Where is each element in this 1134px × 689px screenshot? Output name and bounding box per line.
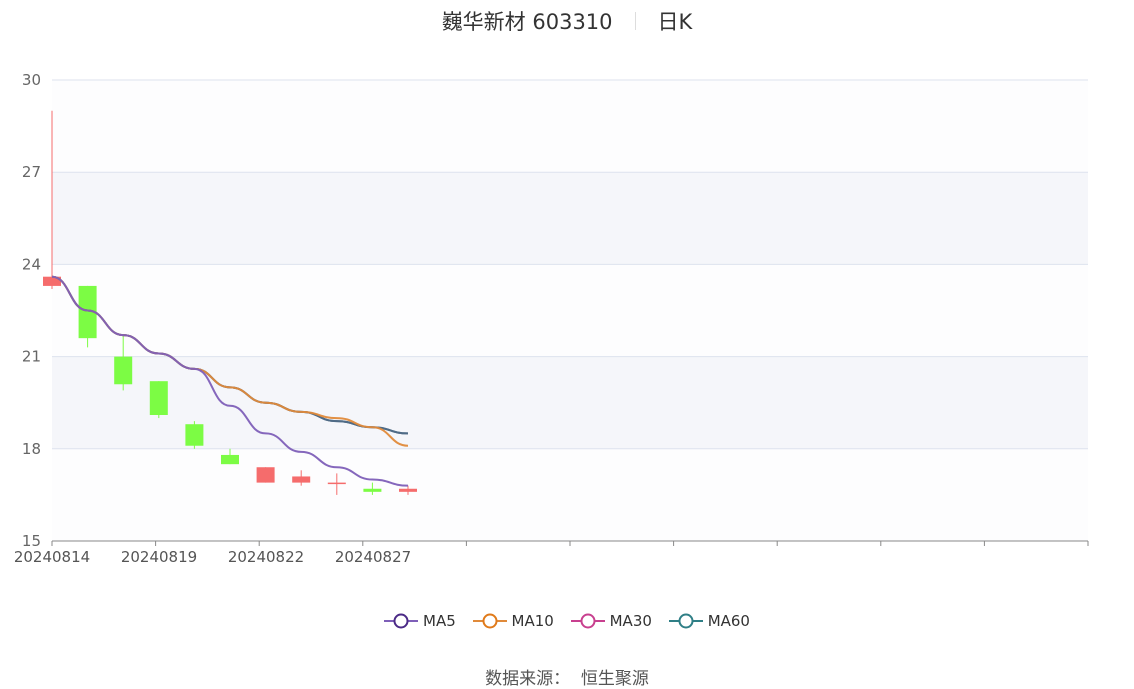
legend-marker-ma10 xyxy=(472,613,507,629)
y-tick-label: 30 xyxy=(22,71,41,89)
y-tick-label: 18 xyxy=(22,440,41,458)
candle-body xyxy=(363,488,382,492)
legend-item-ma30[interactable]: MA30 xyxy=(570,612,652,630)
grid-band xyxy=(52,264,1088,357)
x-tick-label: 20240827 xyxy=(335,548,411,566)
legend: MA5 MA10 MA30 MA60 xyxy=(0,612,1134,633)
candle-body xyxy=(114,356,133,385)
x-tick-label: 20240822 xyxy=(228,548,304,566)
y-tick-label: 27 xyxy=(22,163,41,181)
legend-label-ma60: MA60 xyxy=(707,612,750,630)
data-source: 数据来源： 恒生聚源 xyxy=(0,664,1134,689)
candle-body xyxy=(399,488,417,492)
legend-label-ma30: MA30 xyxy=(609,612,652,630)
candle-body xyxy=(292,476,311,483)
candle-body xyxy=(221,454,239,465)
legend-item-ma60[interactable]: MA60 xyxy=(668,612,750,630)
legend-item-ma5[interactable]: MA5 xyxy=(384,612,456,630)
source-value: 恒生聚源 xyxy=(580,669,649,689)
kline-chart: 15182124273020240814 20240819 20240822 2024… xyxy=(14,71,1089,566)
y-tick-label: 21 xyxy=(22,348,41,366)
grid-band xyxy=(52,448,1088,541)
grid-band xyxy=(52,80,1088,173)
legend-item-ma10[interactable]: MA10 xyxy=(472,612,554,630)
candle-body xyxy=(327,482,346,485)
grid-band xyxy=(52,172,1088,265)
y-tick-label: 24 xyxy=(22,255,41,273)
source-label: 数据来源： xyxy=(485,669,571,689)
legend-label-ma5: MA5 xyxy=(423,612,456,630)
legend-marker-ma5 xyxy=(384,613,418,629)
legend-marker-ma30 xyxy=(570,613,605,629)
legend-marker-ma60 xyxy=(668,613,703,629)
candle-body xyxy=(149,381,168,415)
candle-body xyxy=(185,424,204,446)
candle-body xyxy=(256,467,275,483)
legend-label-ma10: MA10 xyxy=(511,612,554,630)
x-tick-label: 20240814 xyxy=(14,548,90,566)
x-tick-label: 20240819 xyxy=(121,548,197,566)
grid-band xyxy=(52,356,1088,449)
